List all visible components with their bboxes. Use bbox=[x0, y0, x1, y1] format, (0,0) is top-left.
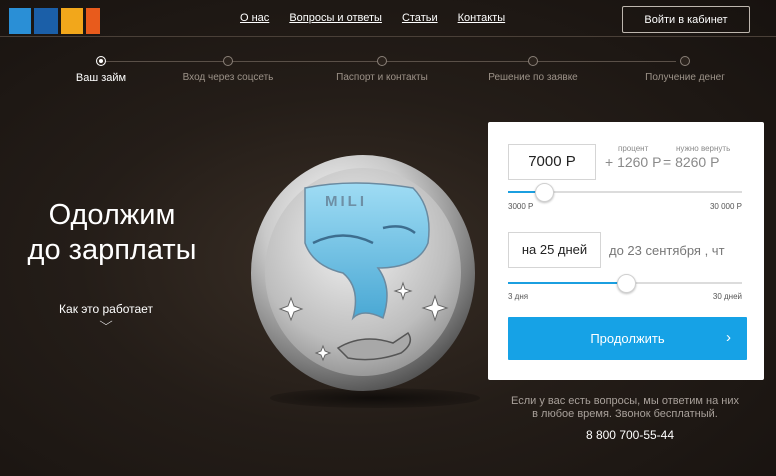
nav-articles[interactable]: Статьи bbox=[402, 12, 438, 24]
top-nav: О нас Вопросы и ответы Статьи Контакты bbox=[240, 12, 505, 24]
step-dot bbox=[680, 56, 690, 66]
amount-slider-handle[interactable] bbox=[535, 183, 554, 202]
nav-contacts[interactable]: Контакты bbox=[458, 12, 506, 24]
step-label: Решение по заявке bbox=[488, 72, 578, 83]
logo-letter-l bbox=[61, 8, 83, 34]
days-slider-fill bbox=[508, 282, 625, 284]
logo[interactable] bbox=[9, 8, 100, 34]
nav-faq[interactable]: Вопросы и ответы bbox=[289, 12, 382, 24]
chevron-down-icon: ⌵ bbox=[99, 316, 113, 328]
due-date-text: до 23 сентября , чт bbox=[609, 243, 725, 258]
loan-calculator: 7000 Р процент нужно вернуть + 1260 Р = … bbox=[488, 122, 764, 380]
days-max-label: 30 дней bbox=[712, 292, 742, 301]
step-receive-money[interactable]: Получение денег bbox=[615, 56, 755, 83]
logo-letter-m bbox=[9, 8, 31, 34]
continue-label: Продолжить bbox=[590, 331, 665, 346]
step-dot bbox=[96, 56, 106, 66]
percent-value: + 1260 Р bbox=[605, 154, 662, 170]
step-label: Ваш займ bbox=[75, 72, 127, 84]
days-slider[interactable] bbox=[508, 274, 742, 293]
phone-number[interactable]: 8 800 700-55-44 bbox=[505, 428, 755, 442]
amount-min-label: 3000 Р bbox=[508, 202, 534, 211]
support-info-line-2: в любое время. Звонок бесплатный. bbox=[532, 408, 718, 420]
step-social-login[interactable]: Вход через соцсеть bbox=[158, 56, 298, 83]
coin-genie-image: MILI bbox=[251, 155, 475, 391]
days-slider-handle[interactable] bbox=[617, 274, 636, 293]
amount-max-label: 30 000 Р bbox=[709, 202, 742, 211]
amount-input[interactable]: 7000 Р bbox=[508, 144, 596, 180]
how-it-works-link[interactable]: Как это работает ⌵ bbox=[40, 302, 172, 329]
how-it-works-label: Как это работает bbox=[59, 302, 153, 316]
hero-line-2: до зарплаты bbox=[27, 234, 197, 266]
hero-line-1: Одолжим bbox=[48, 199, 176, 231]
continue-button[interactable]: Продолжить › bbox=[508, 317, 747, 360]
step-dot bbox=[377, 56, 387, 66]
step-dot bbox=[528, 56, 538, 66]
hero-title: Одолжим до зарплаты bbox=[12, 198, 212, 268]
nav-about[interactable]: О нас bbox=[240, 12, 269, 24]
amount-slider[interactable] bbox=[508, 183, 742, 202]
support-info-line-1: Если у вас есть вопросы, мы ответим на н… bbox=[511, 395, 739, 407]
step-passport[interactable]: Паспорт и контакты bbox=[312, 56, 452, 83]
logo-letter-i2 bbox=[86, 8, 100, 34]
step-label: Паспорт и контакты bbox=[336, 72, 428, 83]
step-label: Вход через соцсеть bbox=[182, 72, 274, 83]
step-label: Получение денег bbox=[645, 72, 725, 83]
percent-label: процент bbox=[618, 144, 649, 153]
header-divider bbox=[0, 36, 776, 37]
step-your-loan[interactable]: Ваш займ bbox=[31, 56, 171, 84]
logo-letter-i bbox=[34, 8, 58, 34]
days-input[interactable]: на 25 дней bbox=[508, 232, 601, 268]
days-min-label: 3 дня bbox=[508, 292, 529, 301]
coin-logo-text: MILI bbox=[325, 193, 367, 210]
chevron-right-icon: › bbox=[726, 329, 731, 346]
step-decision[interactable]: Решение по заявке bbox=[463, 56, 603, 83]
step-dot bbox=[223, 56, 233, 66]
return-label: нужно вернуть bbox=[676, 144, 731, 153]
login-button[interactable]: Войти в кабинет bbox=[622, 6, 750, 33]
return-value: = 8260 Р bbox=[663, 154, 720, 170]
support-info: Если у вас есть вопросы, мы ответим на н… bbox=[505, 395, 745, 421]
